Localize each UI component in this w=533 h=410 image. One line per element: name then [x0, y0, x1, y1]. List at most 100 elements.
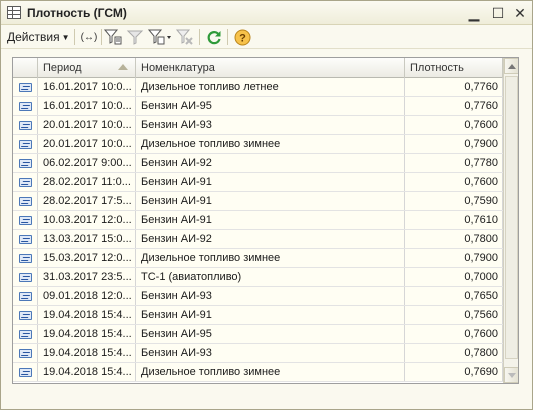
- register-record-icon: [19, 311, 32, 320]
- column-header-period[interactable]: Период: [38, 58, 136, 78]
- register-record-icon: [19, 140, 32, 149]
- table-row[interactable]: 31.03.2017 23:5... ТС-1 (авиатопливо) 0,70…: [13, 268, 503, 287]
- table-row[interactable]: 10.03.2017 12:0... Бензин АИ-91 0,7610: [13, 211, 503, 230]
- row-icon-cell: [13, 173, 38, 191]
- register-record-icon: [19, 273, 32, 282]
- cell-density: 0,7800: [405, 230, 503, 248]
- refresh-fields-icon: (↔): [80, 31, 98, 43]
- register-record-icon: [19, 178, 32, 187]
- cell-nomenclature: Бензин АИ-92: [136, 230, 405, 248]
- column-header-nomenclature[interactable]: Номенклатура: [136, 58, 405, 78]
- cell-density: 0,7800: [405, 344, 503, 362]
- scroll-up-button[interactable]: [504, 58, 518, 74]
- row-icon-cell: [13, 135, 38, 153]
- cell-density: 0,7760: [405, 97, 503, 115]
- cell-nomenclature: Бензин АИ-91: [136, 306, 405, 324]
- minimize-button[interactable]: ▁: [465, 4, 483, 22]
- actions-label: Действия: [7, 30, 60, 44]
- help-button[interactable]: ?: [232, 28, 252, 46]
- cell-nomenclature: ТС-1 (авиатопливо): [136, 268, 405, 286]
- cell-density: 0,7600: [405, 173, 503, 191]
- toolbar-separator: [74, 29, 75, 45]
- table-row[interactable]: 28.02.2017 11:0... Бензин АИ-91 0,7600: [13, 173, 503, 192]
- cell-nomenclature: Бензин АИ-93: [136, 287, 405, 305]
- table-row[interactable]: 13.03.2017 15:0... Бензин АИ-92 0,7800: [13, 230, 503, 249]
- table-row[interactable]: 16.01.2017 10:0... Бензин АИ-95 0,7760: [13, 97, 503, 116]
- scroll-down-button[interactable]: [504, 367, 518, 383]
- clear-filter-icon: [176, 29, 193, 45]
- table-row[interactable]: 20.01.2017 10:0... Бензин АИ-93 0,7600: [13, 116, 503, 135]
- register-record-icon: [19, 292, 32, 301]
- row-icon-cell: [13, 97, 38, 115]
- toolbar-separator: [199, 29, 200, 45]
- cell-period: 19.04.2018 15:4...: [38, 306, 136, 324]
- cell-density: 0,7650: [405, 287, 503, 305]
- column-header-period-label: Период: [43, 62, 82, 74]
- register-record-icon: [19, 235, 32, 244]
- table-row[interactable]: 09.01.2018 12:0... Бензин АИ-93 0,7650: [13, 287, 503, 306]
- table-row[interactable]: 16.01.2017 10:0... Дизельное топливо летн…: [13, 78, 503, 97]
- row-icon-cell: [13, 344, 38, 362]
- register-record-icon: [19, 159, 32, 168]
- table-row[interactable]: 19.04.2018 15:4... Дизельное топливо зимн…: [13, 363, 503, 382]
- row-icon-cell: [13, 192, 38, 210]
- cell-period: 19.04.2018 15:4...: [38, 363, 136, 381]
- row-icon-cell: [13, 211, 38, 229]
- register-record-icon: [19, 121, 32, 130]
- register-record-icon: [19, 197, 32, 206]
- cell-period: 28.02.2017 11:0...: [38, 173, 136, 191]
- density-table[interactable]: Период Номенклатура Плотность 16.01.2017…: [12, 57, 519, 384]
- cell-nomenclature: Бензин АИ-95: [136, 325, 405, 343]
- scrollbar-thumb[interactable]: [505, 76, 518, 359]
- register-record-icon: [19, 102, 32, 111]
- cell-nomenclature: Бензин АИ-93: [136, 116, 405, 134]
- table-row[interactable]: 19.04.2018 15:4... Бензин АИ-93 0,7800: [13, 344, 503, 363]
- table-row[interactable]: 19.04.2018 15:4... Бензин АИ-91 0,7560: [13, 306, 503, 325]
- column-header-density[interactable]: Плотность: [405, 58, 503, 78]
- maximize-button[interactable]: ☐: [489, 4, 507, 22]
- row-icon-cell: [13, 78, 38, 96]
- table-row[interactable]: 15.03.2017 12:0... Дизельное топливо зимн…: [13, 249, 503, 268]
- row-icon-cell: [13, 116, 38, 134]
- vertical-scrollbar[interactable]: [503, 58, 518, 383]
- row-icon-cell: [13, 363, 38, 381]
- sort-ascending-icon: [118, 64, 128, 70]
- cell-nomenclature: Бензин АИ-92: [136, 154, 405, 172]
- cell-nomenclature: Бензин АИ-93: [136, 344, 405, 362]
- row-icon-cell: [13, 325, 38, 343]
- filter-by-value-button[interactable]: [125, 28, 145, 46]
- refresh-button[interactable]: [204, 28, 224, 46]
- toolbar-separator: [227, 29, 228, 45]
- title-bar[interactable]: Плотность (ГСМ) ▁ ☐ ✕: [1, 1, 532, 25]
- cell-period: 09.01.2018 12:0...: [38, 287, 136, 305]
- row-icon-cell: [13, 287, 38, 305]
- cell-density: 0,7560: [405, 306, 503, 324]
- table-row[interactable]: 20.01.2017 10:0... Дизельное топливо зимн…: [13, 135, 503, 154]
- cell-nomenclature: Бензин АИ-91: [136, 173, 405, 191]
- cell-period: 15.03.2017 12:0...: [38, 249, 136, 267]
- refresh-fields-button[interactable]: (↔): [79, 28, 99, 46]
- cell-period: 19.04.2018 15:4...: [38, 325, 136, 343]
- cell-density: 0,7900: [405, 249, 503, 267]
- register-record-icon: [19, 330, 32, 339]
- actions-menu[interactable]: Действия ▼: [7, 30, 70, 44]
- filter-settings-icon: [104, 29, 122, 45]
- window: Плотность (ГСМ) ▁ ☐ ✕ Действия ▼ (↔) ? П…: [0, 0, 533, 410]
- cell-period: 13.03.2017 15:0...: [38, 230, 136, 248]
- cell-nomenclature: Дизельное топливо зимнее: [136, 135, 405, 153]
- help-icon: ?: [234, 29, 250, 45]
- cell-density: 0,7610: [405, 211, 503, 229]
- filter-settings-button[interactable]: [103, 28, 123, 46]
- arrow-down-icon: [507, 372, 516, 378]
- cell-density: 0,7600: [405, 325, 503, 343]
- register-record-icon: [19, 349, 32, 358]
- clear-filter-button[interactable]: [175, 28, 195, 46]
- table-row[interactable]: 28.02.2017 17:5... Бензин АИ-91 0,7590: [13, 192, 503, 211]
- table-row[interactable]: 19.04.2018 15:4... Бензин АИ-95 0,7600: [13, 325, 503, 344]
- cell-density: 0,7000: [405, 268, 503, 286]
- close-button[interactable]: ✕: [511, 4, 529, 22]
- cell-density: 0,7690: [405, 363, 503, 381]
- refresh-icon: [207, 31, 221, 45]
- filter-history-button[interactable]: [147, 28, 173, 46]
- table-row[interactable]: 06.02.2017 9:00... Бензин АИ-92 0,7780: [13, 154, 503, 173]
